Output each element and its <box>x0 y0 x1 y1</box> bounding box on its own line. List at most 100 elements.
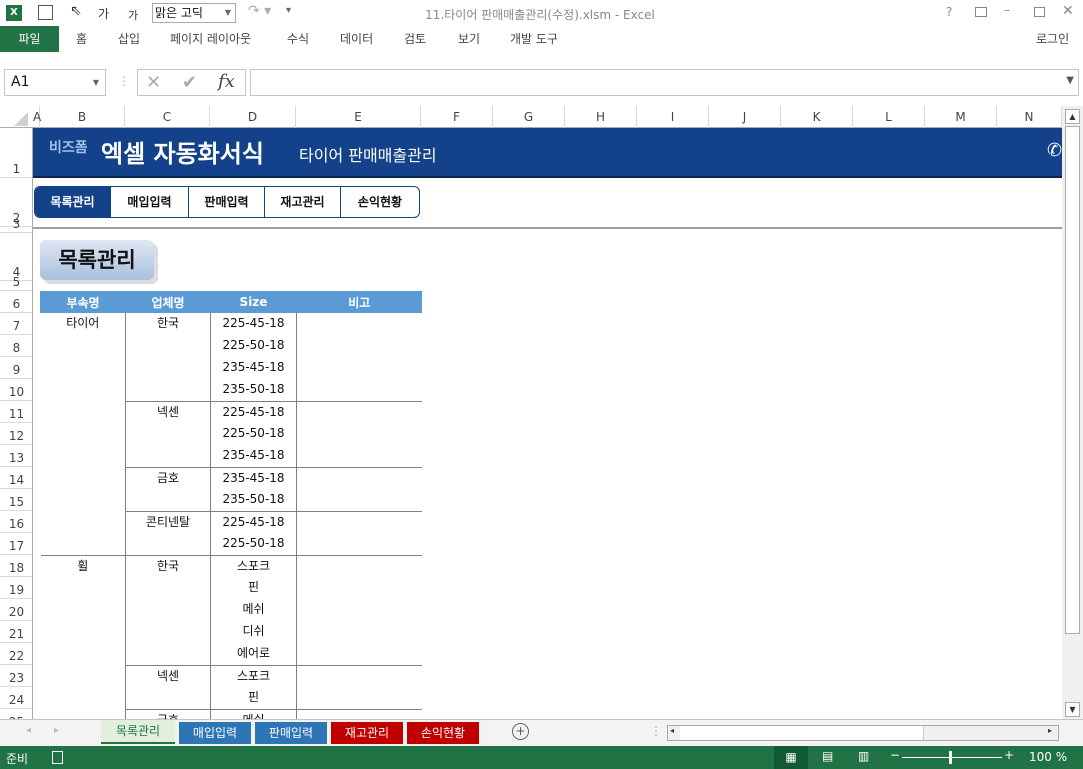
tab-data[interactable]: 데이터 <box>330 26 383 52</box>
column-header-B[interactable]: B <box>40 106 125 128</box>
font-grow-icon[interactable]: 가 <box>98 5 109 22</box>
maximize-icon[interactable] <box>1034 7 1045 17</box>
ribbon-display-icon[interactable] <box>975 7 987 17</box>
row-header-6[interactable]: 6 <box>0 291 32 313</box>
add-sheet-icon[interactable]: + <box>512 723 529 740</box>
vertical-scrollbar[interactable]: ▲ ▼ <box>1062 106 1083 719</box>
tab-next-icon[interactable]: ▸ <box>54 725 59 736</box>
formula-input[interactable]: ▼ <box>250 69 1079 96</box>
row-header-11[interactable]: 11 <box>0 401 32 423</box>
row-header-16[interactable]: 16 <box>0 511 32 533</box>
scroll-left-icon[interactable]: ◂ <box>670 726 674 735</box>
zoom-slider[interactable] <box>902 751 1002 764</box>
close-icon[interactable]: ✕ <box>1062 3 1074 19</box>
note-cell[interactable] <box>296 401 422 468</box>
row-header-17[interactable]: 17 <box>0 533 32 555</box>
tab-prev-icon[interactable]: ◂ <box>26 725 31 736</box>
tab-insert[interactable]: 삽입 <box>108 26 150 52</box>
font-shrink-icon[interactable]: 가 <box>128 7 138 23</box>
splitter-icon[interactable]: ⋮ <box>650 724 662 738</box>
tab-home[interactable]: 홈 <box>66 26 97 52</box>
row-header-22[interactable]: 22 <box>0 643 32 665</box>
font-select[interactable]: 맑은 고딕 ▼ <box>152 3 236 23</box>
column-header-C[interactable]: C <box>125 106 210 128</box>
sheet-tab-1[interactable]: 매입입력 <box>179 722 251 744</box>
scroll-up-icon[interactable]: ▲ <box>1065 109 1080 124</box>
row-header-12[interactable]: 12 <box>0 423 32 445</box>
row-header-8[interactable]: 8 <box>0 335 32 357</box>
row-header-5[interactable]: 5 <box>0 275 32 291</box>
note-cell[interactable] <box>296 511 422 556</box>
cursor-icon[interactable]: ⇖ <box>70 3 82 19</box>
size-cell[interactable]: 225-45-18 <box>210 313 297 335</box>
row-header-7[interactable]: 7 <box>0 313 32 335</box>
zoom-out-icon[interactable]: − <box>890 748 900 762</box>
help-icon[interactable]: ? <box>946 5 952 19</box>
maker-cell[interactable]: 한국 <box>125 555 211 666</box>
size-cell[interactable]: 메쉬 <box>210 599 297 621</box>
tab-formulas[interactable]: 수식 <box>277 26 319 52</box>
form-icon[interactable] <box>38 5 53 20</box>
select-all-corner[interactable] <box>14 112 28 126</box>
size-cell[interactable]: 에어로 <box>210 643 297 666</box>
column-header-L[interactable]: L <box>853 106 925 128</box>
size-cell[interactable]: 235-45-18 <box>210 357 297 379</box>
tab-file[interactable]: 파일 <box>0 26 59 52</box>
column-header-K[interactable]: K <box>781 106 853 128</box>
insert-function-icon[interactable]: fx <box>218 71 235 92</box>
cancel-icon[interactable]: ✕ <box>146 72 161 93</box>
size-cell[interactable]: 225-50-18 <box>210 533 297 556</box>
page-layout-view-icon[interactable]: ▤ <box>822 749 833 763</box>
note-cell[interactable] <box>296 313 422 402</box>
maker-cell[interactable]: 넥센 <box>125 401 211 468</box>
maker-cell[interactable]: 금호 <box>125 709 211 719</box>
note-cell[interactable] <box>296 709 422 719</box>
note-cell[interactable] <box>296 467 422 512</box>
enter-icon[interactable]: ✔ <box>182 72 197 93</box>
row-header-25[interactable]: 25 <box>0 709 32 719</box>
row-header-20[interactable]: 20 <box>0 599 32 621</box>
row-header-23[interactable]: 23 <box>0 665 32 687</box>
column-header-A[interactable]: A <box>33 106 41 128</box>
scroll-right-icon[interactable]: ▸ <box>1048 726 1052 735</box>
normal-view-icon[interactable]: ▦ <box>774 746 808 769</box>
row-header-13[interactable]: 13 <box>0 445 32 467</box>
maker-cell[interactable]: 콘티넨탈 <box>125 511 211 556</box>
customize-icon[interactable]: ▾ <box>286 5 291 16</box>
column-header-M[interactable]: M <box>925 106 997 128</box>
maker-cell[interactable]: 금호 <box>125 467 211 512</box>
tab-page-layout[interactable]: 페이지 레이아웃 <box>160 26 261 52</box>
row-header-1[interactable]: 1 <box>0 128 32 178</box>
horizontal-scrollbar[interactable]: ◂ ▸ <box>667 725 1059 741</box>
sheet-tab-4[interactable]: 손익현황 <box>407 722 479 744</box>
size-cell[interactable]: 235-50-18 <box>210 489 297 512</box>
size-cell[interactable]: 핀 <box>210 687 297 710</box>
size-cell[interactable]: 235-45-18 <box>210 445 297 468</box>
column-header-I[interactable]: I <box>637 106 709 128</box>
row-header-21[interactable]: 21 <box>0 621 32 643</box>
part-cell[interactable]: 타이어 <box>40 313 126 556</box>
note-cell[interactable] <box>296 665 422 710</box>
column-header-D[interactable]: D <box>210 106 296 128</box>
sheet-tab-0[interactable]: 목록관리 <box>101 720 175 744</box>
sheet-tab-2[interactable]: 판매입력 <box>255 722 327 744</box>
name-box[interactable]: A1 ▼ <box>4 69 106 96</box>
scroll-down-icon[interactable]: ▼ <box>1065 702 1080 717</box>
redo-icon[interactable]: ↷ ▾ <box>248 3 271 19</box>
column-header-J[interactable]: J <box>709 106 781 128</box>
row-header-4[interactable]: 4 <box>0 233 32 281</box>
column-header-E[interactable]: E <box>296 106 421 128</box>
maker-cell[interactable]: 한국 <box>125 313 211 402</box>
menu-button-2[interactable]: 판매입력 <box>189 187 265 217</box>
sheet-tab-3[interactable]: 재고관리 <box>331 722 403 744</box>
maker-cell[interactable]: 넥센 <box>125 665 211 710</box>
column-header-F[interactable]: F <box>421 106 493 128</box>
size-cell[interactable]: 핀 <box>210 577 297 599</box>
tab-view[interactable]: 보기 <box>448 26 490 52</box>
tab-developer[interactable]: 개발 도구 <box>500 26 568 52</box>
row-header-14[interactable]: 14 <box>0 467 32 489</box>
note-cell[interactable] <box>296 555 422 666</box>
size-cell[interactable]: 스포크 <box>210 665 297 687</box>
menu-button-1[interactable]: 매입입력 <box>111 187 189 217</box>
size-cell[interactable]: 235-50-18 <box>210 379 297 402</box>
